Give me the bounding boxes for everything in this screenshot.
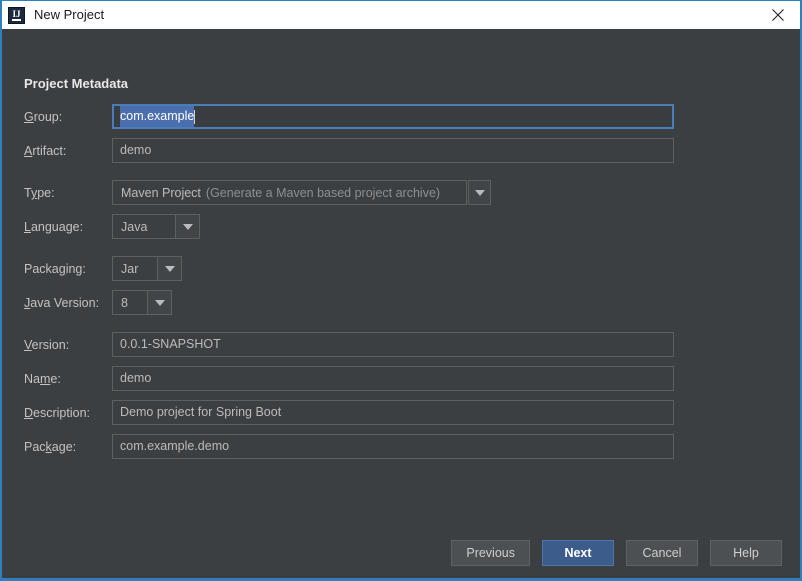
- name-label: Name:: [24, 366, 61, 392]
- form-row-version: Version: 0.0.1-SNAPSHOT: [2, 332, 800, 366]
- cancel-button[interactable]: Cancel: [626, 540, 698, 566]
- dialog-button-bar: Previous Next Cancel Help: [451, 540, 782, 566]
- type-combobox-value: Maven Project: [121, 186, 201, 200]
- help-button[interactable]: Help: [710, 540, 782, 566]
- previous-button[interactable]: Previous: [451, 540, 530, 566]
- title-bar: IJ New Project: [2, 1, 800, 29]
- language-label: Language:: [24, 214, 83, 240]
- packaging-combobox[interactable]: Jar: [112, 256, 182, 281]
- form-row-package: Package: com.example.demo: [2, 434, 800, 468]
- chevron-down-icon: [155, 300, 165, 306]
- close-button[interactable]: [755, 1, 800, 29]
- packaging-combobox-arrow[interactable]: [157, 257, 181, 280]
- next-button[interactable]: Next: [542, 540, 614, 566]
- form-row-type: Type: Maven Project (Generate a Maven ba…: [2, 180, 800, 214]
- language-combobox-value-wrap: Java: [113, 215, 175, 238]
- form-row-description: Description: Demo project for Spring Boo…: [2, 400, 800, 434]
- form-row-language: Language: Java: [2, 214, 800, 248]
- packaging-label: Packaging:: [24, 256, 86, 282]
- version-label: Version:: [24, 332, 69, 358]
- name-input[interactable]: demo: [112, 366, 674, 391]
- type-combobox-arrow-button[interactable]: [468, 180, 491, 205]
- description-input[interactable]: Demo project for Spring Boot: [112, 400, 674, 425]
- form-row-artifact: Artifact: demo: [2, 138, 800, 172]
- window-title: New Project: [34, 1, 104, 29]
- java-version-combobox-value: 8: [121, 296, 128, 310]
- description-label: Description:: [24, 400, 90, 426]
- packaging-combobox-value: Jar: [121, 262, 138, 276]
- package-label: Package:: [24, 434, 76, 460]
- artifact-input-value: demo: [120, 139, 151, 162]
- language-combobox-arrow[interactable]: [175, 215, 199, 238]
- chevron-down-icon: [165, 266, 175, 272]
- group-input[interactable]: com.example: [112, 104, 674, 129]
- artifact-input[interactable]: demo: [112, 138, 674, 163]
- form-row-name: Name: demo: [2, 366, 800, 400]
- artifact-label: Artifact:: [24, 138, 66, 164]
- group-label: Group:: [24, 104, 62, 130]
- description-input-value: Demo project for Spring Boot: [120, 401, 281, 424]
- version-input-value: 0.0.1-SNAPSHOT: [120, 333, 221, 356]
- java-version-combobox-value-wrap: 8: [113, 291, 147, 314]
- java-version-combobox-arrow[interactable]: [147, 291, 171, 314]
- chevron-down-icon: [475, 190, 485, 196]
- language-combobox[interactable]: Java: [112, 214, 200, 239]
- text-caret: [194, 110, 195, 124]
- type-combobox-value-wrap: Maven Project (Generate a Maven based pr…: [113, 181, 466, 204]
- type-label: Type:: [24, 180, 55, 206]
- package-input-value: com.example.demo: [120, 435, 229, 458]
- form-row-java-version: Java Version: 8: [2, 290, 800, 324]
- intellij-idea-icon: IJ: [8, 7, 25, 24]
- packaging-combobox-value-wrap: Jar: [113, 257, 157, 280]
- type-combobox[interactable]: Maven Project (Generate a Maven based pr…: [112, 180, 467, 205]
- type-combobox-hint: (Generate a Maven based project archive): [206, 186, 440, 200]
- section-title: Project Metadata: [24, 76, 128, 91]
- close-icon: [771, 8, 785, 22]
- java-version-combobox[interactable]: 8: [112, 290, 172, 315]
- project-metadata-form: Group: com.example Artifact: demo Type: …: [2, 104, 800, 468]
- form-row-group: Group: com.example: [2, 104, 800, 138]
- new-project-dialog: IJ New Project Project Metadata Group: c…: [0, 0, 802, 581]
- java-version-label: Java Version:: [24, 290, 99, 316]
- form-row-packaging: Packaging: Jar: [2, 256, 800, 290]
- dialog-content: Project Metadata Group: com.example Arti…: [2, 29, 800, 578]
- group-input-value: com.example: [120, 104, 194, 129]
- name-input-value: demo: [120, 367, 151, 390]
- language-combobox-value: Java: [121, 220, 147, 234]
- package-input[interactable]: com.example.demo: [112, 434, 674, 459]
- chevron-down-icon: [183, 224, 193, 230]
- version-input[interactable]: 0.0.1-SNAPSHOT: [112, 332, 674, 357]
